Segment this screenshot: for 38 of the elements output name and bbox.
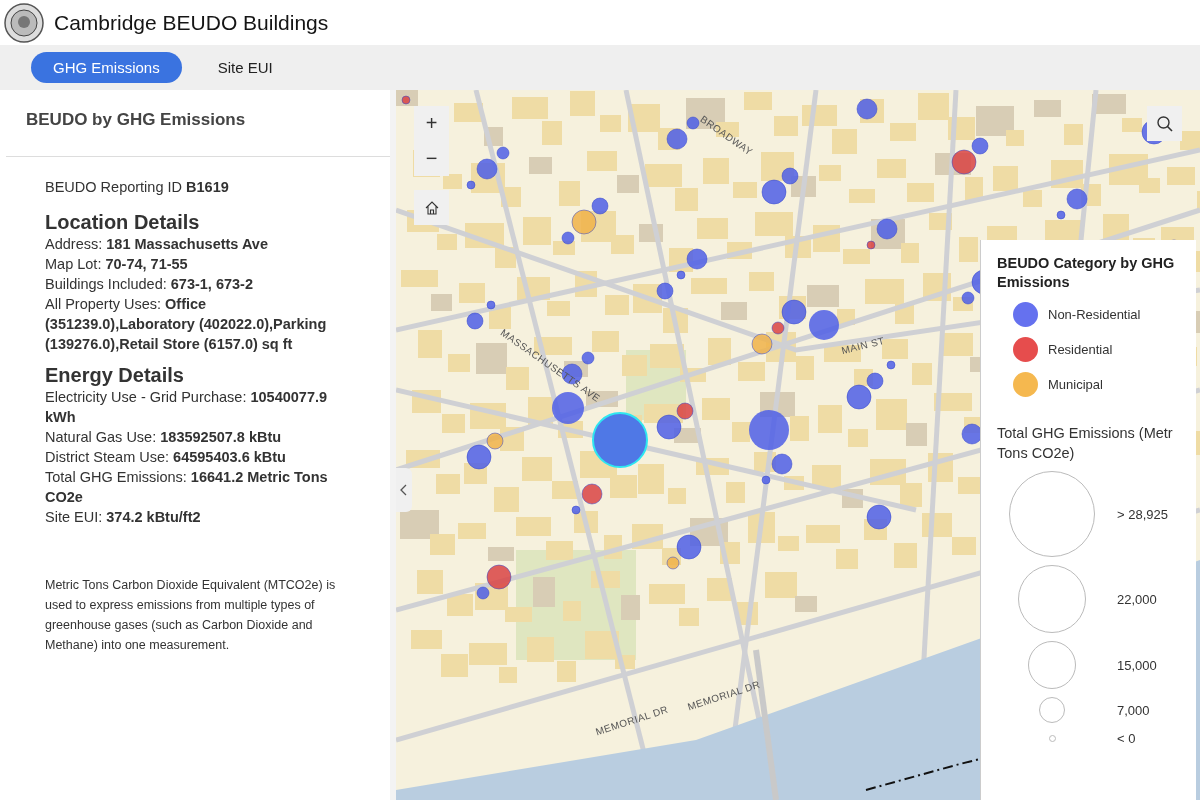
legend-label: Municipal xyxy=(1048,377,1103,392)
city-seal-icon xyxy=(4,2,44,43)
size-label: 7,000 xyxy=(1117,702,1150,718)
legend-label: Residential xyxy=(1048,342,1113,357)
app-title: Cambridge BEUDO Buildings xyxy=(54,10,329,35)
tab[interactable]: GHG Emissions xyxy=(31,52,182,83)
size-label: 22,000 xyxy=(1117,591,1157,607)
street-label: MAIN ST xyxy=(840,334,886,357)
legend-title: BEUDO Category by GHG Emissions xyxy=(997,254,1176,292)
search-button[interactable] xyxy=(1147,106,1182,141)
zoom-in-button[interactable]: + xyxy=(414,106,449,141)
note-text: Metric Tons Carbon Dioxide Equivalent (MTCO2e) is used to express emissions from multiple types of greenhouse gases (such as Carbon Dioxide and Methane) into one measurement. xyxy=(45,577,337,654)
size-label: < 0 xyxy=(1117,731,1136,746)
detail-line: Electricity Use - Grid Purchase: 10540077.9 kWh xyxy=(45,388,329,427)
search-icon xyxy=(1155,114,1174,133)
reporting-id: BEUDO Reporting ID B1619 xyxy=(45,178,230,197)
chevron-left-icon xyxy=(400,484,408,496)
legend-subtitle: Tons CO2e) xyxy=(997,444,1076,463)
detail-line: Natural Gas Use: 183592507.8 kBtu xyxy=(45,428,283,447)
detail-line: Buildings Included: 673-1, 673-2 xyxy=(45,275,254,294)
section-heading: Location Details xyxy=(45,211,201,234)
legend-label: Non-Residential xyxy=(1048,307,1141,322)
detail-line: All Property Uses: Office (351239.0),Laboratory (402022.0),Parking (139276.0),Retail Store (6157.0) sq ft xyxy=(45,295,328,354)
zoom-out-button[interactable]: − xyxy=(414,141,449,176)
detail-line: District Steam Use: 64595403.6 kBtu xyxy=(45,448,287,467)
collapse-panel-button[interactable] xyxy=(396,468,412,512)
size-label: > 28,925 xyxy=(1117,506,1168,522)
section-heading: Energy Details xyxy=(45,364,185,387)
size-label: 15,000 xyxy=(1117,657,1157,673)
detail-line: Site EUI: 374.2 kBtu/ft2 xyxy=(45,508,202,527)
panel-title: BEUDO by GHG Emissions xyxy=(6,90,390,157)
detail-line: Total GHG Emissions: 16641.2 Metric Tons CO2e xyxy=(45,468,329,507)
home-icon xyxy=(423,199,440,216)
detail-line: Address: 181 Massachusetts Ave xyxy=(45,235,269,254)
home-button[interactable] xyxy=(414,190,449,225)
tab[interactable]: Site EUI xyxy=(195,52,295,83)
detail-line: Map Lot: 70-74, 71-55 xyxy=(45,255,189,274)
legend-subtitle: Total GHG Emissions (Metr xyxy=(997,424,1174,443)
